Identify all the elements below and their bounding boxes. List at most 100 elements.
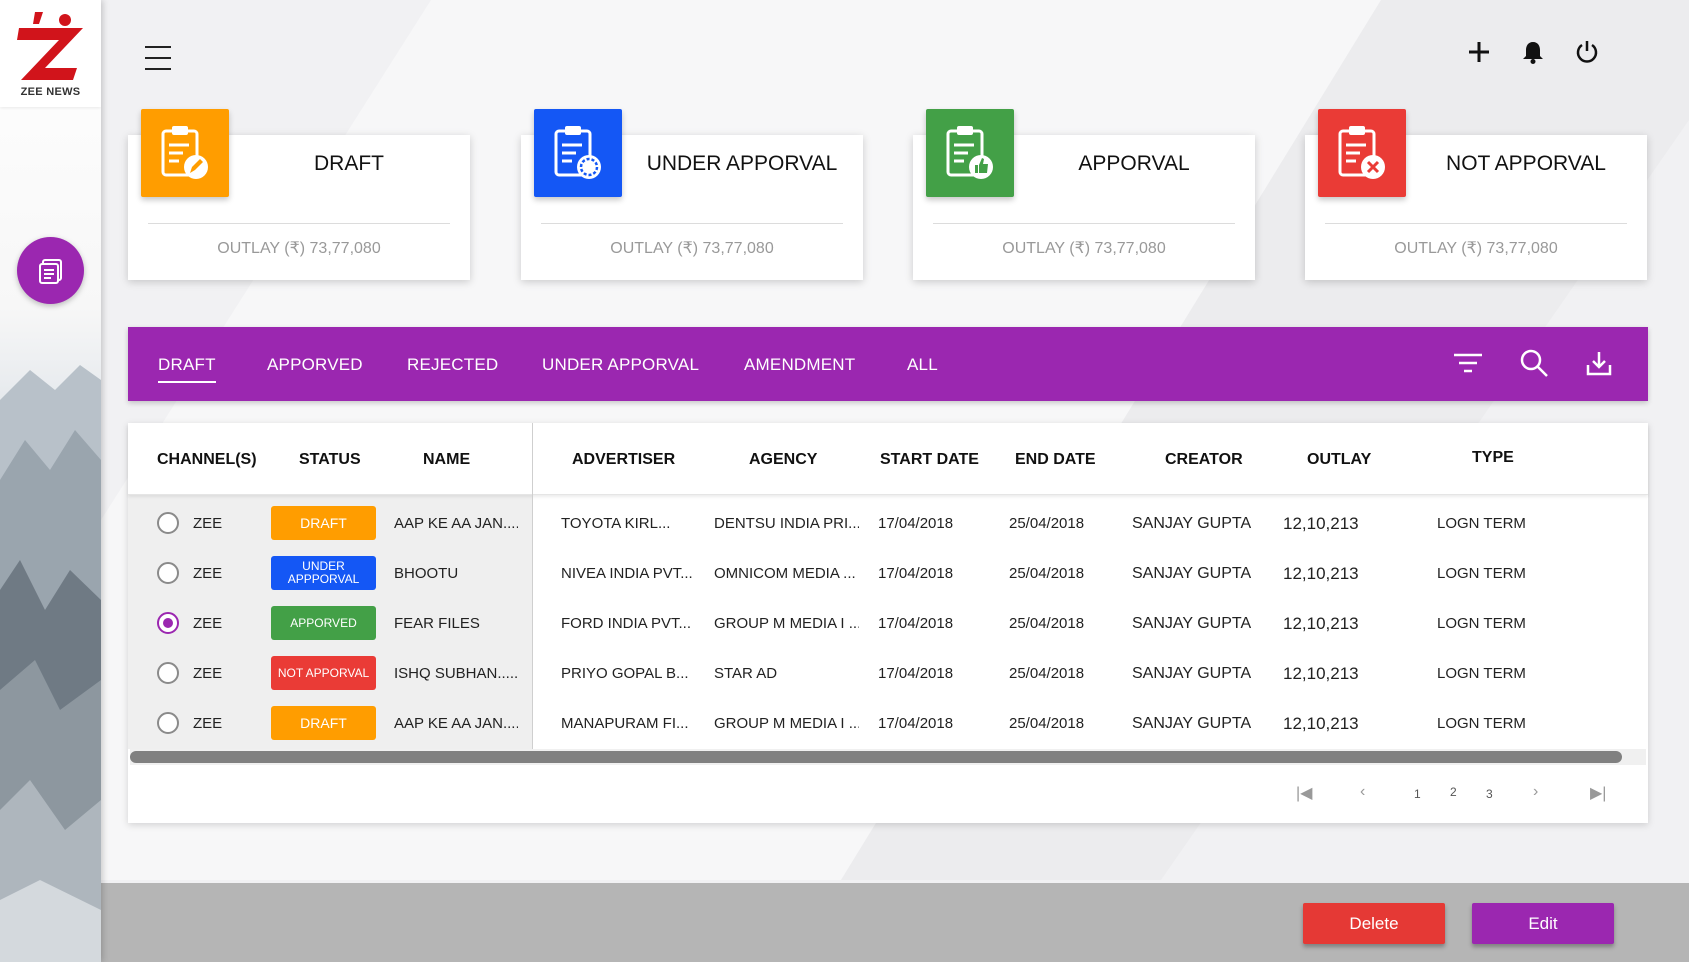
- cell-advertiser: FORD INDIA PVT...: [561, 615, 692, 632]
- cell-agency: GROUP M MEDIA I ...: [714, 715, 859, 732]
- cell-advertiser: MANAPURAM FI...: [561, 715, 689, 732]
- cell-channel: ZEE: [193, 565, 223, 582]
- cell-start-date: 17/04/2018: [878, 515, 954, 532]
- cell-type: LOGN TERM: [1437, 515, 1526, 532]
- footer-bar: [101, 883, 1689, 962]
- cell-type: LOGN TERM: [1437, 565, 1526, 582]
- cell-advertiser: TOYOTA KIRL...: [561, 515, 671, 532]
- card-draft[interactable]: DRAFT OUTLAY (₹) 73,77,080: [128, 109, 470, 280]
- cell-name: FEAR FILES: [394, 615, 480, 632]
- first-page-icon[interactable]: |◀: [1296, 783, 1312, 803]
- campaign-table: CHANNEL(S) STATUS NAME ADVERTISER AGENCY…: [128, 423, 1648, 823]
- horizontal-scrollbar-thumb[interactable]: [130, 751, 1622, 763]
- sidebar: ZEE NEWS: [0, 0, 101, 962]
- tab-draft[interactable]: DRAFT: [158, 355, 216, 383]
- cell-channel: ZEE: [193, 515, 223, 532]
- last-page-icon[interactable]: ▶|: [1590, 783, 1606, 803]
- clipboard-pending-icon: [554, 126, 601, 179]
- cell-end-date: 25/04/2018: [1009, 715, 1085, 732]
- delete-button[interactable]: Delete: [1303, 903, 1445, 944]
- cell-agency: GROUP M MEDIA I ...: [714, 615, 859, 632]
- card-title: APPORVAL: [1078, 152, 1190, 175]
- page-1[interactable]: 1: [1414, 787, 1421, 801]
- tab-amendment[interactable]: AMENDMENT: [744, 355, 855, 375]
- card-under-approval[interactable]: UNDER APPORVAL OUTLAY (₹) 73,77,080: [521, 109, 863, 280]
- table-row[interactable]: ZEE UNDER APPPORVAL BHOOTU NIVEA INDIA P…: [128, 549, 1648, 599]
- header-outlay[interactable]: OUTLAY: [1307, 451, 1371, 469]
- approval-card-tile: [926, 109, 1014, 197]
- card-divider: [1325, 223, 1627, 224]
- next-page-icon[interactable]: ›: [1533, 783, 1538, 801]
- header-advertiser[interactable]: ADVERTISER: [572, 451, 675, 469]
- header-type[interactable]: TYPE: [1472, 449, 1514, 467]
- card-title: NOT APPORVAL: [1446, 152, 1606, 175]
- power-icon[interactable]: [1573, 38, 1601, 66]
- edit-button[interactable]: Edit: [1472, 903, 1614, 944]
- header-creator[interactable]: CREATOR: [1165, 451, 1243, 469]
- download-icon[interactable]: [1583, 347, 1615, 379]
- header-name[interactable]: NAME: [423, 451, 470, 469]
- cell-end-date: 25/04/2018: [1009, 515, 1085, 532]
- card-divider: [148, 223, 450, 224]
- cell-end-date: 25/04/2018: [1009, 665, 1085, 682]
- cell-end-date: 25/04/2018: [1009, 615, 1085, 632]
- top-actions: [1465, 38, 1601, 66]
- card-approval[interactable]: APPORVAL OUTLAY (₹) 73,77,080: [913, 109, 1255, 280]
- cell-channel: ZEE: [193, 715, 223, 732]
- tab-under-apporval[interactable]: UNDER APPORVAL: [542, 355, 699, 375]
- cell-agency: OMNICOM MEDIA ...: [714, 565, 856, 582]
- documents-nav-button[interactable]: [17, 237, 84, 304]
- not-approval-card-tile: [1318, 109, 1406, 197]
- search-icon[interactable]: [1518, 347, 1550, 379]
- status-badge: APPORVED: [271, 606, 376, 640]
- menu-hamburger-icon[interactable]: [145, 46, 171, 74]
- header-channels[interactable]: CHANNEL(S): [157, 451, 257, 469]
- header-agency[interactable]: AGENCY: [749, 451, 817, 469]
- cell-name: ISHQ SUBHAN.....: [394, 665, 518, 682]
- cell-outlay: 12,10,213: [1283, 564, 1359, 583]
- bell-icon[interactable]: [1519, 38, 1547, 66]
- cell-agency: STAR AD: [714, 665, 778, 682]
- table-row[interactable]: ZEE DRAFT AAP KE AA JAN.... TOYOTA KIRL.…: [128, 499, 1648, 549]
- cell-type: LOGN TERM: [1437, 615, 1526, 632]
- tab-apporved[interactable]: APPORVED: [267, 355, 363, 375]
- row-select-radio[interactable]: [157, 662, 179, 684]
- page-3[interactable]: 3: [1486, 787, 1493, 801]
- brand-name: ZEE NEWS: [20, 86, 81, 98]
- tab-rejected[interactable]: REJECTED: [407, 355, 498, 375]
- row-select-radio[interactable]: [157, 562, 179, 584]
- status-badge: NOT APPORVAL: [271, 656, 376, 690]
- table-row[interactable]: ZEE DRAFT AAP KE AA JAN.... MANAPURAM FI…: [128, 699, 1648, 749]
- cell-start-date: 17/04/2018: [878, 565, 954, 582]
- mountain-background: [0, 365, 101, 962]
- cell-start-date: 17/04/2018: [878, 615, 954, 632]
- tab-all[interactable]: ALL: [907, 355, 938, 375]
- status-badge: DRAFT: [271, 706, 376, 740]
- table-row[interactable]: ZEE APPORVED FEAR FILES FORD INDIA PVT..…: [128, 599, 1648, 649]
- cell-agency: DENTSU INDIA PRI...: [714, 515, 859, 532]
- table-row[interactable]: ZEE NOT APPORVAL ISHQ SUBHAN..... PRIYO …: [128, 649, 1648, 699]
- cell-creator: SANJAY GUPTA: [1132, 515, 1252, 532]
- cell-name: AAP KE AA JAN....: [394, 715, 518, 732]
- filter-icon[interactable]: [1452, 347, 1484, 379]
- row-select-radio[interactable]: [157, 612, 179, 634]
- header-status[interactable]: STATUS: [299, 451, 361, 469]
- card-divider: [933, 223, 1235, 224]
- row-select-radio[interactable]: [157, 512, 179, 534]
- page-2[interactable]: 2: [1450, 785, 1457, 799]
- card-title: DRAFT: [314, 152, 384, 175]
- card-divider: [541, 223, 843, 224]
- cell-start-date: 17/04/2018: [878, 665, 954, 682]
- cell-creator: SANJAY GUPTA: [1132, 565, 1252, 582]
- header-end-date[interactable]: END DATE: [1015, 451, 1096, 469]
- cell-outlay: 12,10,213: [1283, 614, 1359, 633]
- prev-page-icon[interactable]: ‹: [1360, 783, 1365, 801]
- header-start-date[interactable]: START DATE: [880, 451, 979, 469]
- card-not-approval[interactable]: NOT APPORVAL OUTLAY (₹) 73,77,080: [1305, 109, 1647, 280]
- clipboard-edit-icon: [161, 126, 208, 179]
- document-list-icon: [38, 258, 62, 284]
- plus-icon[interactable]: [1465, 38, 1493, 66]
- brand-logo[interactable]: ZEE NEWS: [0, 0, 101, 107]
- cell-type: LOGN TERM: [1437, 715, 1526, 732]
- row-select-radio[interactable]: [157, 712, 179, 734]
